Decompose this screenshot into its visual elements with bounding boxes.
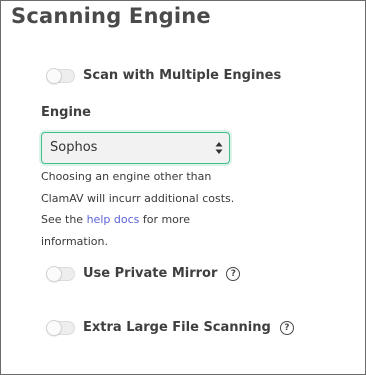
select-arrows-icon	[215, 142, 223, 154]
help-text-prefix: See the	[41, 213, 84, 226]
question-circle-icon[interactable]: ?	[279, 320, 294, 335]
multiple-engines-label: Scan with Multiple Engines	[83, 68, 282, 83]
toggle-knob	[46, 319, 62, 336]
help-text-line: See the help docs for more	[41, 209, 241, 231]
multiple-engines-row: Scan with Multiple Engines	[46, 67, 282, 84]
private-mirror-label: Use Private Mirror	[83, 266, 218, 281]
question-circle-icon[interactable]: ?	[226, 266, 241, 281]
engine-select[interactable]: Sophos	[41, 132, 230, 164]
toggle-knob	[46, 265, 62, 282]
large-file-scanning-label: Extra Large File Scanning	[83, 320, 271, 335]
help-text-line: Choosing an engine other than	[41, 170, 212, 183]
toggle-knob	[46, 67, 62, 84]
engine-label: Engine	[41, 105, 91, 120]
scanning-engine-panel: Scanning Engine Scan with Multiple Engin…	[0, 0, 366, 375]
engine-help-text: Choosing an engine other than ClamAV wil…	[41, 166, 241, 252]
large-file-scanning-row: Extra Large File Scanning ?	[46, 319, 294, 336]
help-docs-link[interactable]: help docs	[87, 213, 140, 226]
large-file-scanning-toggle[interactable]	[46, 319, 75, 336]
engine-select-value: Sophos	[50, 140, 98, 155]
multiple-engines-toggle[interactable]	[46, 67, 75, 84]
help-text-suffix: for more	[142, 213, 190, 226]
panel-title: Scanning Engine	[11, 4, 211, 28]
help-text-line: information.	[41, 234, 108, 248]
private-mirror-toggle[interactable]	[46, 265, 75, 282]
help-text-line: ClamAV will incurr additional costs.	[41, 191, 235, 205]
private-mirror-row: Use Private Mirror ?	[46, 265, 241, 282]
